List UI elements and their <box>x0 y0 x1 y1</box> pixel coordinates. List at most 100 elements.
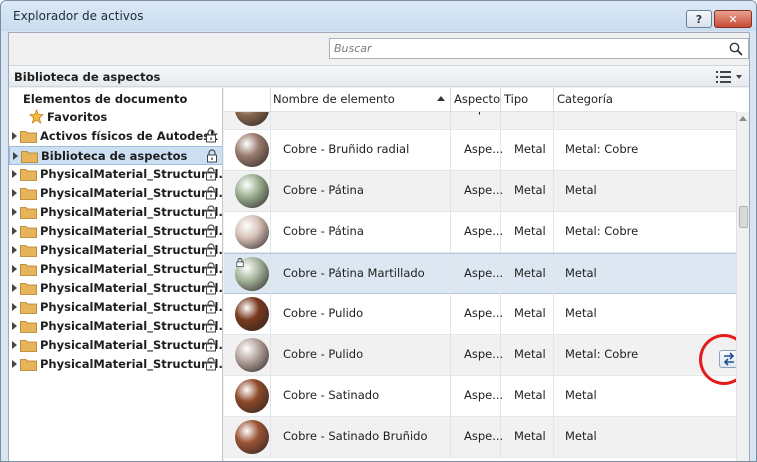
search-row <box>9 33 749 63</box>
expand-arrow-icon[interactable] <box>12 170 17 178</box>
asset-row[interactable]: Cobre - Satinado Aspe... Metal Metal <box>224 376 736 417</box>
column-divider[interactable] <box>270 88 271 112</box>
tree-item-physical-material[interactable]: PhysicalMaterial_Structural... <box>9 298 222 317</box>
column-header-type[interactable]: Tipo <box>504 92 528 106</box>
lock-icon <box>206 262 216 276</box>
title-bar[interactable]: Explorador de activos ? ✕ <box>1 1 756 31</box>
cell-divider <box>553 294 554 335</box>
cell-divider <box>553 212 554 253</box>
asset-row[interactable]: Cobre - Pátina Aspe... Metal Metal <box>224 171 736 212</box>
folder-icon <box>20 169 37 181</box>
column-header-category[interactable]: Categoría <box>557 92 613 106</box>
cell-type: Genér... <box>514 112 559 115</box>
folder-icon <box>20 302 37 314</box>
expand-arrow-icon[interactable] <box>12 189 17 197</box>
expand-arrow-icon[interactable] <box>12 132 17 140</box>
cell-aspect: Aspe... <box>464 266 504 280</box>
asset-row[interactable]: Cobre Aspe... Genér... Metal <box>224 112 736 130</box>
material-thumbnail <box>235 215 269 249</box>
expand-arrow-icon[interactable] <box>12 284 17 292</box>
cell-divider <box>270 112 271 130</box>
tree-item-document-elements[interactable]: Elementos de documento <box>9 90 222 109</box>
tree-item-physical-material[interactable]: PhysicalMaterial_Structural... <box>9 355 222 374</box>
list-view-icon[interactable] <box>715 70 743 84</box>
cell-divider <box>450 417 451 458</box>
asset-row[interactable]: Cobre - Pátina Aspe... Metal Metal: Cobre <box>224 212 736 253</box>
folder-icon <box>20 283 37 295</box>
material-thumbnail <box>235 379 269 413</box>
tree-item-physical-material[interactable]: PhysicalMaterial_Structural... <box>9 241 222 260</box>
asset-row[interactable]: Cobre - Pátina Martillado Aspe... Metal Met… <box>224 253 736 295</box>
cell-aspect: Aspe... <box>464 142 504 156</box>
tree-item-appearance-library[interactable]: Biblioteca de aspectos <box>9 146 222 165</box>
tree-item-physical-material[interactable]: PhysicalMaterial_Structural... <box>9 165 222 184</box>
expand-arrow-icon[interactable] <box>13 152 18 160</box>
tree-item-physical-material[interactable]: PhysicalMaterial_Structural... <box>9 222 222 241</box>
asset-list: Nombre de elemento Aspecto Tipo Categorí… <box>224 88 749 461</box>
asset-row[interactable]: Cobre - Satinado Bruñido Aspe... Metal Meta… <box>224 417 736 458</box>
tree-item-favorites[interactable]: Favoritos <box>9 108 222 127</box>
column-divider[interactable] <box>553 88 554 112</box>
asset-row[interactable]: Cobre - Pulido Aspe... Metal Metal <box>224 294 736 335</box>
asset-row[interactable]: Cobre - Bruñido radial Aspe... Metal Metal:… <box>224 130 736 171</box>
expand-arrow-icon[interactable] <box>12 303 17 311</box>
search-box[interactable] <box>329 38 749 59</box>
column-header: Nombre de elemento Aspecto Tipo Categorí… <box>224 88 736 112</box>
expand-arrow-icon[interactable] <box>12 227 17 235</box>
cell-name: Cobre - Pátina <box>283 183 364 197</box>
sort-ascending-icon <box>437 96 445 101</box>
vertical-scrollbar[interactable] <box>736 112 749 461</box>
cell-name: Cobre - Pátina Martillado <box>283 266 425 280</box>
folder-icon <box>20 131 37 143</box>
folder-icon <box>20 340 37 352</box>
tree-item-label: Elementos de documento <box>23 92 188 106</box>
cell-category: Metal: Cobre <box>565 142 639 156</box>
tree-item-physical-material[interactable]: PhysicalMaterial_Structural... <box>9 260 222 279</box>
lock-icon <box>206 300 216 314</box>
scroll-thumb[interactable] <box>739 206 748 228</box>
close-button[interactable]: ✕ <box>714 10 752 28</box>
tree-item-label: PhysicalMaterial_Structural... <box>40 319 223 333</box>
cell-category: Metal <box>565 183 597 197</box>
column-header-name[interactable]: Nombre de elemento <box>273 92 395 106</box>
help-button[interactable]: ? <box>686 10 712 28</box>
cell-type: Metal <box>514 429 546 443</box>
library-title: Biblioteca de aspectos <box>14 70 161 84</box>
folder-icon <box>20 226 37 238</box>
cell-divider <box>450 171 451 212</box>
column-divider[interactable] <box>500 88 501 112</box>
tree-item-physical-material[interactable]: PhysicalMaterial_Structural... <box>9 336 222 355</box>
lock-icon <box>206 224 216 238</box>
scroll-up-arrow-icon[interactable] <box>739 116 747 121</box>
material-thumbnail <box>235 112 269 126</box>
search-input[interactable] <box>334 41 724 56</box>
search-icon[interactable] <box>728 41 744 57</box>
column-header-aspect[interactable]: Aspecto <box>454 92 500 106</box>
cell-divider <box>450 212 451 253</box>
tree-item-physical-material[interactable]: PhysicalMaterial_Structural... <box>9 279 222 298</box>
expand-arrow-icon[interactable] <box>12 341 17 349</box>
lock-icon <box>206 319 216 333</box>
cell-aspect: Aspe... <box>464 183 504 197</box>
expand-arrow-icon[interactable] <box>12 360 17 368</box>
expand-arrow-icon[interactable] <box>12 246 17 254</box>
asset-rows: CobreAspe...Genér...MetalCobre - Bruñido… <box>224 112 736 461</box>
tree-item-autodesk-physical[interactable]: Activos físicos de Autodesk <box>9 127 222 146</box>
column-divider[interactable] <box>450 88 451 112</box>
cell-category: Metal <box>565 266 597 280</box>
expand-arrow-icon[interactable] <box>12 322 17 330</box>
cell-divider <box>450 112 451 130</box>
tree-item-physical-material[interactable]: PhysicalMaterial_Structural... <box>9 203 222 222</box>
expand-arrow-icon[interactable] <box>12 208 17 216</box>
material-thumbnail <box>235 174 269 208</box>
asset-browser-window: Explorador de activos ? ✕ Biblioteca de … <box>0 0 757 462</box>
cell-category: Metal <box>565 388 597 402</box>
tree-item-physical-material[interactable]: PhysicalMaterial_Structural... <box>9 317 223 336</box>
cell-divider <box>450 376 451 417</box>
cell-divider <box>270 254 271 295</box>
lock-icon <box>206 243 216 257</box>
material-thumbnail <box>235 133 269 167</box>
tree-item-physical-material[interactable]: PhysicalMaterial_Structural... <box>9 184 222 203</box>
asset-row[interactable]: Cobre - Pulido Aspe... Metal Metal: Cobre <box>224 335 736 376</box>
expand-arrow-icon[interactable] <box>12 265 17 273</box>
